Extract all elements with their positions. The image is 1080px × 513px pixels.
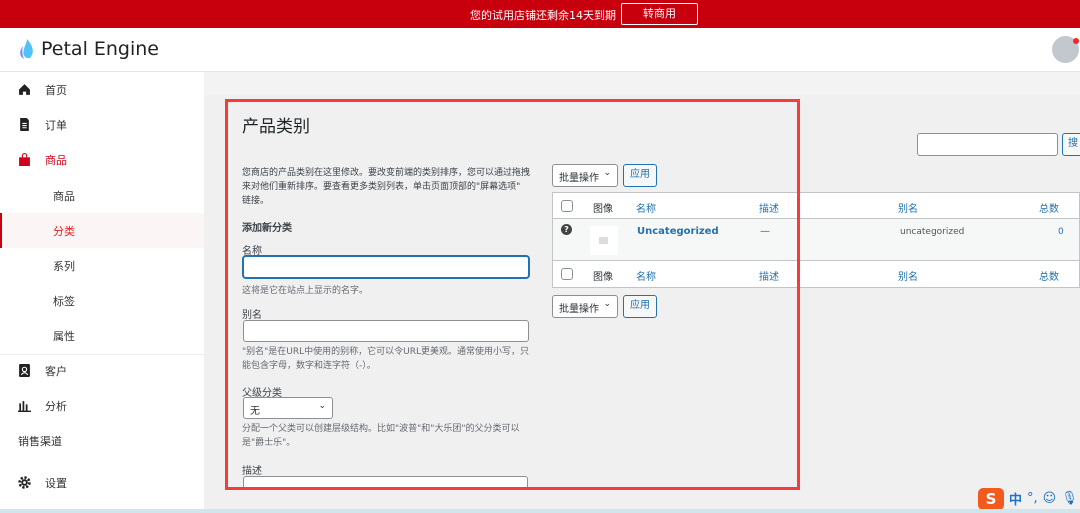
top-header: Petal Engine: [0, 28, 1080, 72]
user-avatar[interactable]: [1052, 36, 1079, 63]
trial-message: 您的试用店铺还剩余14天到期: [470, 9, 616, 22]
sidebar-item-sales-channels[interactable]: 销售渠道: [0, 423, 204, 458]
apply-button-top[interactable]: 应用: [623, 164, 657, 187]
parent-help: 分配一个父类可以创建层级结构。比如"波普"和"大乐团"的父分类可以是"爵士乐"。: [242, 424, 520, 448]
intro-text: 您商店的产品类别在这里修改。要改变前端的类别排序，您可以通过拖拽来对他们重新排序…: [242, 168, 531, 206]
col-description[interactable]: 描述: [759, 268, 779, 283]
table-footer: 图像 名称 描述 别名 总数: [553, 261, 1079, 288]
name-input[interactable]: [243, 256, 529, 278]
slug-help: "别名"是在URL中使用的别称，它可以令URL更美观。通常使用小写，只能包含字母…: [242, 347, 529, 371]
col-count[interactable]: 总数: [1039, 200, 1059, 215]
sidebar-item-orders[interactable]: 订单: [0, 107, 204, 142]
emoji-icon[interactable]: ☺: [1043, 491, 1057, 506]
col-slug[interactable]: 别名: [898, 200, 918, 215]
image-placeholder: [590, 226, 618, 255]
main-top-bar: [204, 72, 1080, 95]
categories-table: 图像 名称 描述 别名 总数 ? Uncategorized — uncateg…: [552, 192, 1080, 288]
sidebar-item-home[interactable]: 首页: [0, 72, 204, 107]
document-icon: [20, 118, 29, 131]
chevron-down-icon: ⌄: [603, 299, 611, 309]
select-all-checkbox[interactable]: [561, 200, 573, 212]
ime-mode[interactable]: 中: [1009, 489, 1022, 508]
sidebar: 首页 订单 商品 商品 分类 系列 标签 属性 客户 分析 销售渠道 设置: [0, 72, 204, 513]
select-all-checkbox-bottom[interactable]: [561, 268, 573, 280]
home-icon: [19, 84, 30, 95]
sidebar-subitem-tags[interactable]: 标签: [0, 283, 204, 318]
microphone-icon[interactable]: 🎙: [1061, 491, 1078, 506]
chevron-down-icon: ⌄: [318, 401, 326, 411]
gear-icon: [18, 476, 31, 489]
col-count[interactable]: 总数: [1039, 268, 1059, 283]
description-label: 描述: [242, 466, 262, 477]
table-row: ? Uncategorized — uncategorized 0: [553, 219, 1079, 261]
bulk-actions-select-bottom[interactable]: 批量操作 ⌄: [552, 295, 618, 318]
sidebar-item-analytics[interactable]: 分析: [0, 388, 204, 423]
sidebar-subitem-attributes[interactable]: 属性: [0, 318, 204, 353]
help-icon[interactable]: ?: [561, 224, 572, 235]
category-slug: uncategorized: [900, 227, 965, 237]
category-name-link[interactable]: Uncategorized: [637, 226, 719, 237]
sogou-logo-icon: S: [978, 487, 1004, 510]
petal-logo-icon: [20, 39, 33, 59]
category-description: —: [760, 226, 770, 237]
notification-dot: [1073, 38, 1079, 44]
name-help: 这将是它在站点上显示的名字。: [242, 286, 369, 296]
slug-input[interactable]: [243, 320, 529, 342]
slug-label: 别名: [242, 310, 262, 321]
col-image: 图像: [593, 204, 613, 215]
page-title: 产品类别: [242, 117, 310, 137]
col-slug[interactable]: 别名: [898, 268, 918, 283]
sidebar-item-customers[interactable]: 客户: [0, 353, 204, 388]
search-input[interactable]: [917, 133, 1058, 156]
add-category-heading: 添加新分类: [242, 223, 292, 234]
col-description[interactable]: 描述: [759, 200, 779, 215]
upgrade-button[interactable]: 转商用: [621, 3, 698, 25]
sidebar-subitem-collections[interactable]: 系列: [0, 248, 204, 283]
contact-icon: [19, 364, 30, 377]
col-name[interactable]: 名称: [636, 200, 656, 215]
sidebar-item-products[interactable]: 商品: [0, 142, 204, 177]
ime-punctuation[interactable]: °,: [1027, 491, 1038, 506]
trial-banner: 您的试用店铺还剩余14天到期 转商用: [0, 0, 1080, 28]
category-count[interactable]: 0: [1058, 227, 1064, 237]
sidebar-item-settings[interactable]: 设置: [0, 465, 204, 500]
search-button[interactable]: 搜: [1062, 133, 1080, 156]
table-header: 图像 名称 描述 别名 总数: [553, 193, 1079, 219]
col-name[interactable]: 名称: [636, 268, 656, 283]
app-name: Petal Engine: [41, 38, 159, 60]
bulk-actions-select-top[interactable]: 批量操作 ⌄: [552, 164, 618, 187]
name-label: 名称: [242, 246, 262, 257]
shopping-bag-icon: [19, 153, 30, 166]
apply-button-bottom[interactable]: 应用: [623, 295, 657, 318]
ime-toolbar[interactable]: S 中 °, ☺ 🎙: [978, 487, 1080, 510]
description-input[interactable]: [243, 476, 528, 490]
chevron-down-icon: ⌄: [603, 168, 611, 178]
sidebar-subitem-products[interactable]: 商品: [0, 178, 204, 213]
bar-chart-icon: [18, 401, 31, 412]
col-image: 图像: [593, 272, 613, 283]
parent-select[interactable]: 无 ⌄: [243, 397, 333, 419]
bottom-strip: [0, 509, 1080, 513]
sidebar-subitem-categories[interactable]: 分类: [0, 213, 204, 248]
